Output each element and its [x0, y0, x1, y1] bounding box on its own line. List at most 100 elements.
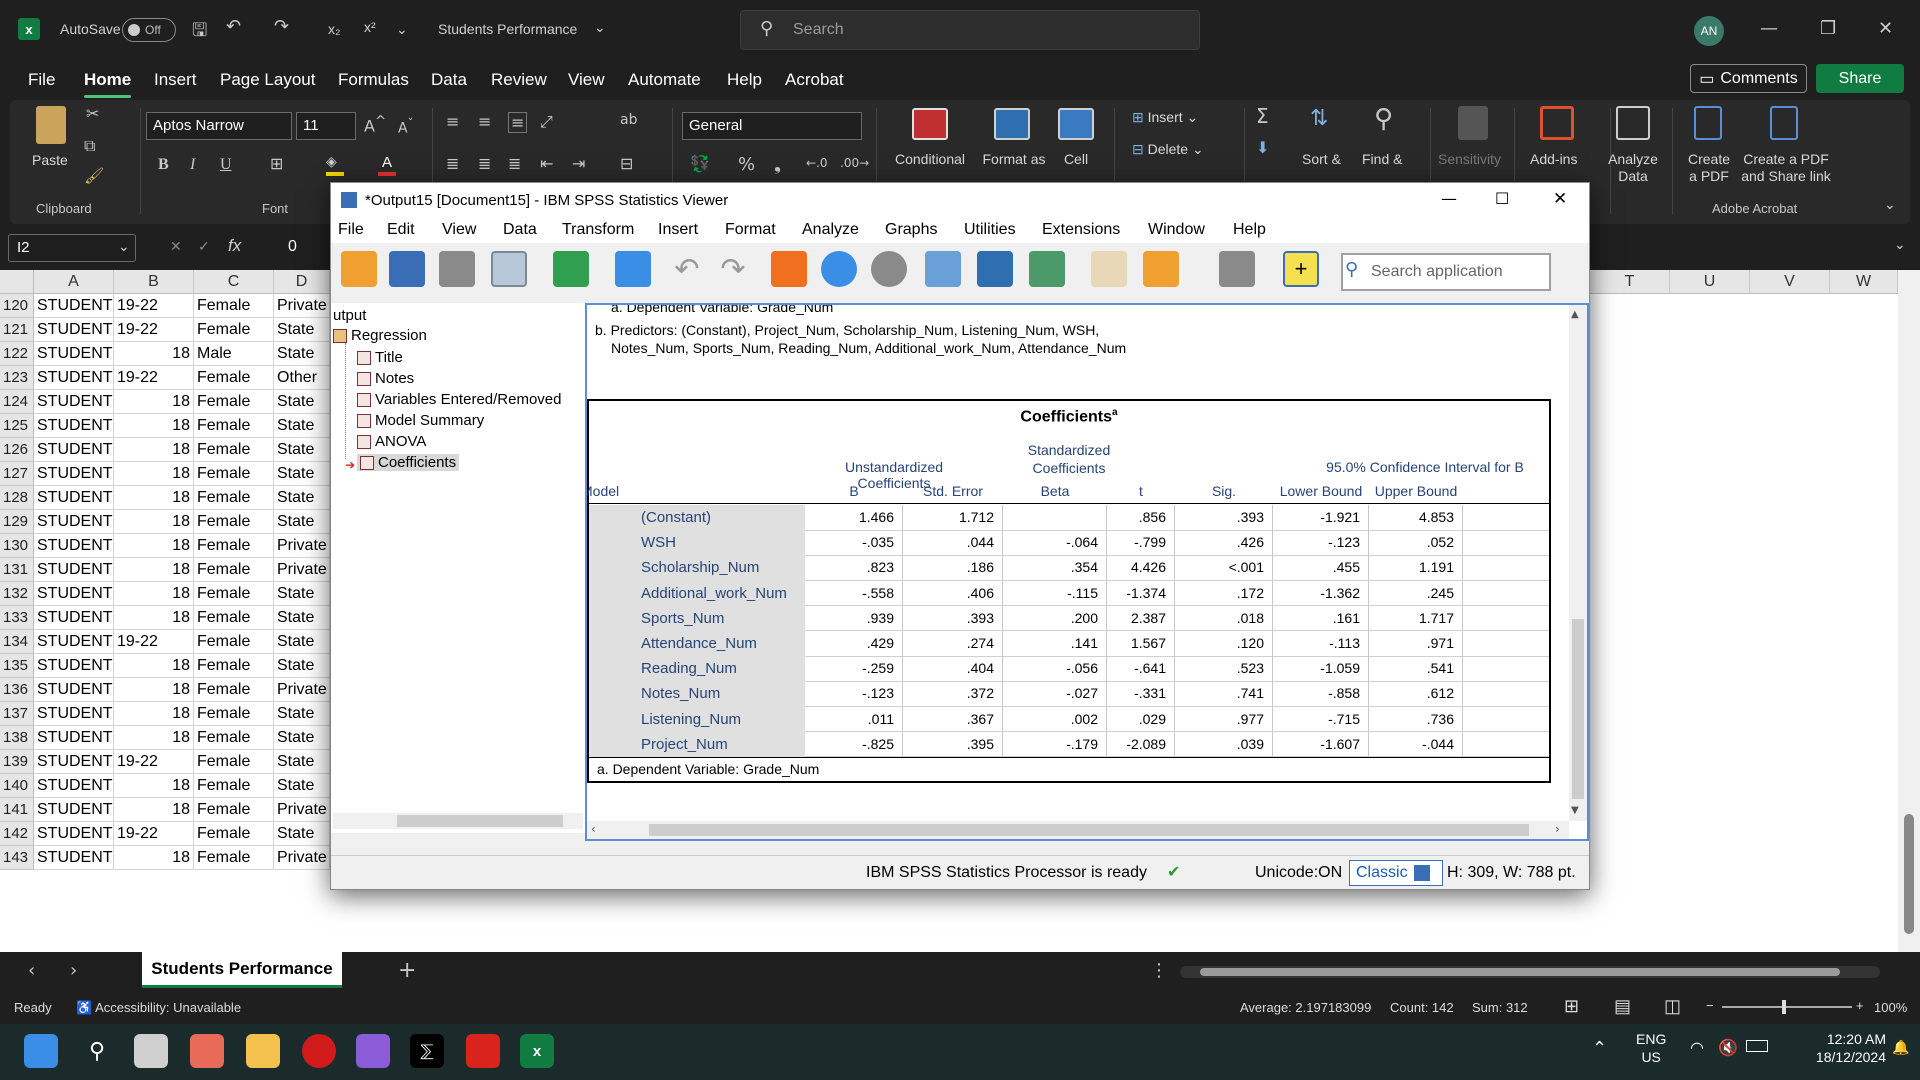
opera-icon[interactable]	[302, 1034, 336, 1068]
content-vscrollbar[interactable]: ▲ ▼	[1569, 305, 1587, 821]
cell-student[interactable]: STUDENT1	[34, 630, 114, 654]
zoom-out-icon[interactable]: −	[1706, 998, 1714, 1013]
restore-icon[interactable]: ❐	[1820, 18, 1836, 39]
tab-file[interactable]: File	[28, 70, 55, 90]
cell-student[interactable]: STUDENT1	[34, 438, 114, 462]
align-left-icon[interactable]: ≣	[446, 154, 459, 173]
file-explorer-icon[interactable]	[246, 1034, 280, 1068]
outline-root[interactable]: utput	[333, 307, 366, 324]
open-icon[interactable]	[341, 251, 377, 287]
spss-menu-help[interactable]: Help	[1233, 221, 1266, 239]
outline-item-notes[interactable]: Notes	[357, 370, 414, 387]
cell-age[interactable]: 18	[114, 534, 194, 558]
spss-menu-insert[interactable]: Insert	[658, 221, 698, 239]
insert-function-icon[interactable]: fx	[228, 236, 241, 256]
cell-age[interactable]: 18	[114, 726, 194, 750]
spss-taskbar-icon[interactable]: ⅀	[410, 1034, 444, 1068]
coef-row-label[interactable]: (Constant)	[589, 505, 805, 530]
coef-cell-upper-bound[interactable]: 1.191	[1369, 555, 1463, 581]
cell-gender[interactable]: Female	[194, 414, 274, 438]
title-chevron-down-icon[interactable]: ⌄	[594, 19, 606, 36]
tab-review[interactable]: Review	[491, 70, 547, 90]
cell-student[interactable]: STUDENT1	[34, 846, 114, 870]
spss-redo-icon[interactable]: ↷	[715, 251, 751, 287]
cell-school-type[interactable]: State	[274, 606, 330, 630]
cell-student[interactable]: STUDENT1	[34, 510, 114, 534]
coef-cell-beta[interactable]	[1003, 505, 1107, 530]
bold-icon[interactable]: B	[158, 156, 169, 174]
row-header[interactable]: 123	[0, 366, 34, 390]
coef-cell-b[interactable]: 1.466	[805, 505, 903, 530]
zoom-level[interactable]: 100%	[1874, 1000, 1907, 1015]
coefficients-table[interactable]: Coefficientsa Unstandardized Coefficient…	[587, 399, 1551, 783]
cell-school-type[interactable]: State	[274, 774, 330, 798]
coef-cell-sig[interactable]: .977	[1175, 706, 1273, 732]
coef-cell-lower-bound[interactable]: -.113	[1273, 631, 1369, 656]
content-hscroll-thumb[interactable]	[649, 824, 1529, 836]
scroll-down-icon[interactable]: ▼	[1571, 805, 1579, 816]
add-sheet-icon[interactable]: +	[398, 958, 416, 983]
cell-age[interactable]: 18	[114, 774, 194, 798]
fill-icon[interactable]: ⬇	[1256, 138, 1269, 157]
coef-cell-t[interactable]: .029	[1107, 706, 1175, 732]
excel-search-input[interactable]: Search	[740, 10, 1200, 50]
cell-gender[interactable]: Female	[194, 294, 274, 318]
column-header-a[interactable]: A	[34, 270, 114, 294]
select-all-corner[interactable]	[0, 270, 34, 294]
cell-gender[interactable]: Female	[194, 774, 274, 798]
tab-home[interactable]: Home	[84, 70, 132, 98]
cell-age[interactable]: 18	[114, 606, 194, 630]
spss-undo-icon[interactable]: ↶	[669, 251, 705, 287]
cell-age[interactable]: 18	[114, 582, 194, 606]
percent-icon[interactable]: %	[738, 154, 755, 175]
name-box[interactable]: I2	[8, 234, 136, 262]
cell-student[interactable]: STUDENT1	[34, 750, 114, 774]
spss-save-icon[interactable]	[389, 251, 425, 287]
spss-menu-graphs[interactable]: Graphs	[885, 221, 937, 239]
cell-school-type[interactable]: Private	[274, 534, 330, 558]
classic-mode-button[interactable]: Classic	[1349, 860, 1443, 886]
cell-gender[interactable]: Female	[194, 462, 274, 486]
copy-icon[interactable]: ⧉	[84, 136, 95, 156]
excel-taskbar-icon[interactable]: x	[520, 1034, 554, 1068]
cell-gender[interactable]: Male	[194, 342, 274, 366]
cell-school-type[interactable]: State	[274, 462, 330, 486]
coef-row-label[interactable]: Attendance_Num	[589, 631, 805, 656]
cell-gender[interactable]: Female	[194, 534, 274, 558]
cell-student[interactable]: STUDENT1	[34, 606, 114, 630]
spss-menu-transform[interactable]: Transform	[562, 221, 634, 239]
row-header[interactable]: 130	[0, 534, 34, 558]
coef-cell-beta[interactable]: .002	[1003, 706, 1107, 732]
coef-cell-std-error[interactable]: .372	[903, 681, 1003, 707]
language-indicator[interactable]: ENG US	[1636, 1030, 1666, 1066]
row-header[interactable]: 120	[0, 294, 34, 318]
tab-acrobat[interactable]: Acrobat	[785, 70, 844, 90]
scrollbar-thumb[interactable]	[1904, 814, 1914, 934]
coef-cell-upper-bound[interactable]: .541	[1369, 656, 1463, 682]
tab-view[interactable]: View	[568, 70, 605, 90]
coef-cell-t[interactable]: -1.374	[1107, 580, 1175, 606]
format-as-table-button[interactable]: Format as	[976, 151, 1052, 168]
cell-school-type[interactable]: State	[274, 318, 330, 342]
row-header[interactable]: 135	[0, 654, 34, 678]
coef-cell-t[interactable]: 1.567	[1107, 631, 1175, 656]
coef-cell-sig[interactable]: <.001	[1175, 555, 1273, 581]
coef-row-label[interactable]: Additional_work_Num	[589, 581, 805, 606]
autosave-toggle[interactable]: Off	[122, 18, 176, 42]
coef-cell-t[interactable]: -2.089	[1107, 731, 1175, 757]
delete-cells-button[interactable]: ⊟ Delete ⌄	[1132, 141, 1204, 158]
coef-cell-beta[interactable]: .354	[1003, 555, 1107, 581]
cell-school-type[interactable]: Private	[274, 798, 330, 822]
hide-output-icon[interactable]	[1219, 251, 1255, 287]
create-pdf-button[interactable]: Create a PDF	[1682, 151, 1736, 185]
coef-row-label[interactable]: Project_Num	[589, 732, 805, 757]
cell-school-type[interactable]: Private	[274, 846, 330, 870]
cancel-entry-icon[interactable]: ✕	[170, 238, 182, 255]
coef-cell-lower-bound[interactable]: -.715	[1273, 706, 1369, 732]
save-icon[interactable]: 🖫	[192, 18, 207, 48]
cell-gender[interactable]: Female	[194, 558, 274, 582]
cell-school-type[interactable]: State	[274, 390, 330, 414]
conditional-formatting-button[interactable]: Conditional	[884, 151, 976, 168]
spss-search-input[interactable]: Search application	[1341, 253, 1551, 291]
row-header[interactable]: 127	[0, 462, 34, 486]
